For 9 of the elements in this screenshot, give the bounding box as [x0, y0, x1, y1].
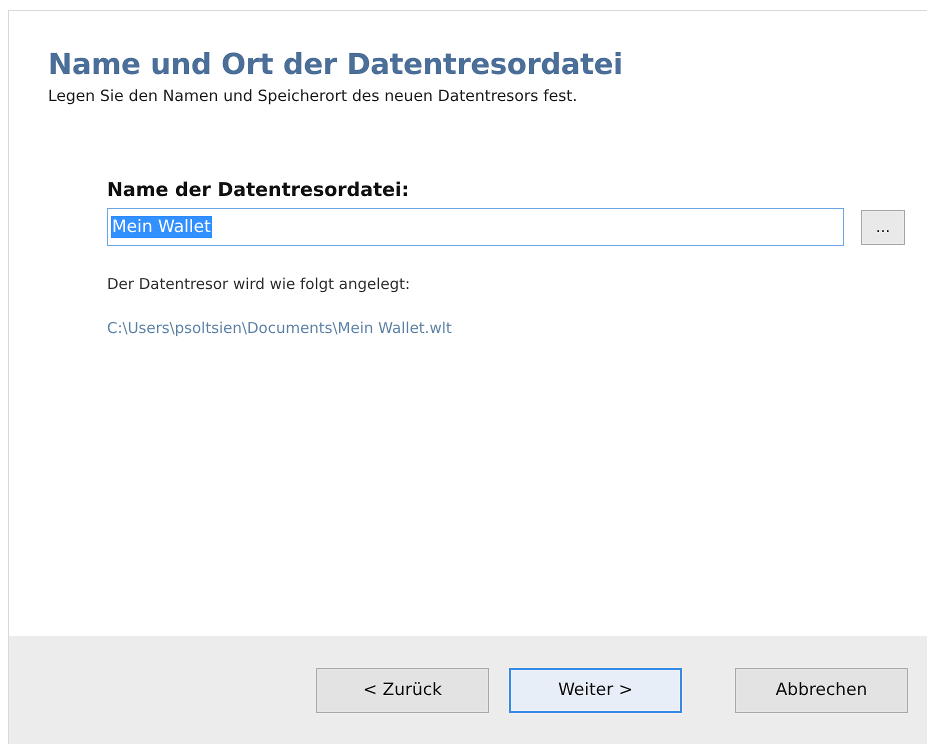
wizard-button[interactable]: Weiter >	[509, 668, 682, 712]
page-title: Name und Ort der Datentresordatei	[48, 47, 623, 81]
browse-button[interactable]: ...	[861, 210, 905, 244]
file-path: C:\Users\psoltsien\Documents\Mein Wallet.wlt	[107, 319, 452, 337]
info-text: Der Datentresor wird wie folgt angelegt:	[107, 275, 410, 293]
wizard-button[interactable]: < Zurück	[316, 668, 489, 712]
field-label: Name der Datentresordatei:	[107, 179, 410, 201]
page-subtitle: Legen Sie den Namen und Speicherort des neuen Datentresors fest.	[48, 87, 578, 105]
wizard-button[interactable]: Abbrechen	[735, 668, 908, 712]
